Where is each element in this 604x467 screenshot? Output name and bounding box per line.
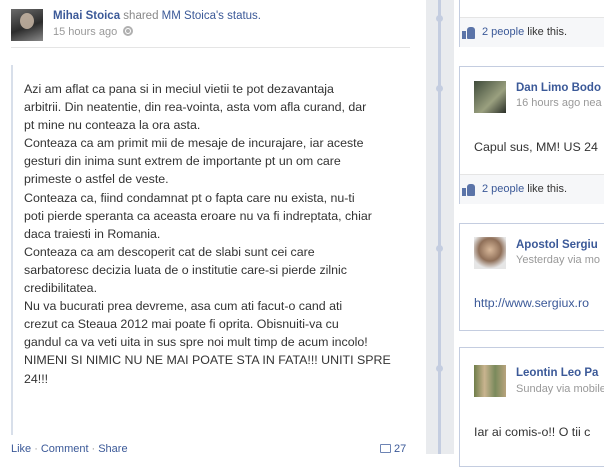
message-line: daca traiesti in Romania. [24, 226, 161, 241]
comment-link[interactable]: Comment [41, 443, 89, 455]
message-line: NIMENI SI NIMIC NU NE MAI POATE STA IN F… [24, 353, 391, 368]
card-message: Iar ai comis-o!! O tii c [474, 425, 591, 439]
card-timestamp[interactable]: 16 hours ago nea [516, 97, 602, 109]
comment-count-value: 27 [394, 443, 407, 455]
timeline-card: Leontin Leo Pa Sunday via mobile Iar ai … [459, 347, 604, 467]
message-line: pt mine nu conteaza la ora asta. [24, 118, 201, 133]
avatar[interactable] [474, 81, 506, 113]
card-timestamp[interactable]: Sunday via mobile [516, 383, 604, 395]
avatar[interactable] [474, 237, 506, 269]
avatar[interactable] [474, 365, 506, 397]
card-shared-link[interactable]: http://www.sergiux.ro [474, 296, 589, 310]
timeline-card: 2 people like this. [459, 0, 604, 47]
post-header: Mihai Stoica shared MM Stoica's status. … [11, 9, 411, 47]
message-line: Nu va bucurati prea devreme, asa cum ati… [24, 299, 343, 314]
shared-status-link[interactable]: MM Stoica's status. [162, 10, 261, 22]
post-message: Azi am aflat ca pana si in meciul vietii… [24, 80, 408, 388]
message-line: Conteaza ca am descoperit cat de slabi s… [24, 244, 315, 259]
post-meta: 15 hours ago [53, 26, 134, 38]
card-likes-bar: 2 people like this. [460, 17, 604, 47]
post-header-line: Mihai Stoica shared MM Stoica's status. [53, 10, 261, 22]
card-message: Capul sus, MM! US 24 [474, 140, 598, 154]
timeline-dot [436, 365, 443, 372]
message-line: primeste o astfel de veste. [24, 172, 169, 187]
likes-suffix: like this. [524, 183, 568, 195]
message-line: Conteaza ca, fiind condamnat pt o fapta … [24, 190, 355, 205]
timeline-dot [436, 85, 443, 92]
post-timestamp[interactable]: 15 hours ago [53, 26, 117, 38]
message-line: arbitrii. Din neatentie, din rea-vointa,… [24, 100, 367, 115]
message-line: gesturi din inima sunt extrem de importa… [24, 154, 341, 169]
likers-link[interactable]: 2 people [482, 26, 524, 38]
post-actions: Like · Comment · Share [11, 443, 411, 455]
likes-summary: 2 people like this. [462, 26, 568, 39]
globe-icon[interactable] [123, 26, 134, 36]
message-line: Conteaza ca am primit mii de mesaje de i… [24, 136, 364, 151]
message-line: poti pierde speranta ca aceasta eroare n… [24, 208, 372, 223]
action-separator: · [34, 443, 38, 455]
card-author-link[interactable]: Dan Limo Bodo [516, 82, 601, 94]
message-line: sarbatoresc decizia luata de o instituti… [24, 262, 348, 277]
likers-link[interactable]: 2 people [482, 183, 524, 195]
card-author-link[interactable]: Leontin Leo Pa [516, 367, 598, 379]
timeline-spine [438, 0, 441, 454]
action-separator: · [91, 443, 96, 455]
message-line: gandul ca va veti uita in sus spre noi m… [24, 335, 368, 350]
thumbs-up-icon [462, 27, 476, 39]
card-likes-bar: 2 people like this. [460, 174, 604, 204]
message-line: crezut ca Steaua 2012 mai poate fi oprit… [24, 317, 339, 332]
comment-count[interactable]: 27 [380, 443, 406, 455]
thumbs-up-icon [462, 184, 476, 196]
shared-verb: shared [120, 10, 162, 22]
likes-summary: 2 people like this. [462, 183, 568, 196]
like-link[interactable]: Like [11, 443, 31, 455]
likes-suffix: like this. [524, 26, 568, 38]
share-link[interactable]: Share [98, 443, 127, 455]
card-timestamp[interactable]: Yesterday via mo [516, 254, 600, 266]
timeline-card: Apostol Sergiu Yesterday via mo http://w… [459, 223, 604, 331]
comment-icon [380, 444, 391, 453]
timeline-dot [436, 15, 443, 22]
actor-link[interactable]: Mihai Stoica [53, 10, 120, 22]
card-author-link[interactable]: Apostol Sergiu [516, 239, 598, 251]
divider [11, 47, 410, 48]
avatar[interactable] [11, 9, 43, 41]
timeline-dot [436, 245, 443, 252]
message-line: credibilitatea. [24, 281, 98, 296]
message-line: 24!!! [24, 371, 49, 386]
message-line: Azi am aflat ca pana si in meciul vietii… [24, 82, 334, 96]
timeline-card: Dan Limo Bodo 16 hours ago nea Capul sus… [459, 66, 604, 204]
